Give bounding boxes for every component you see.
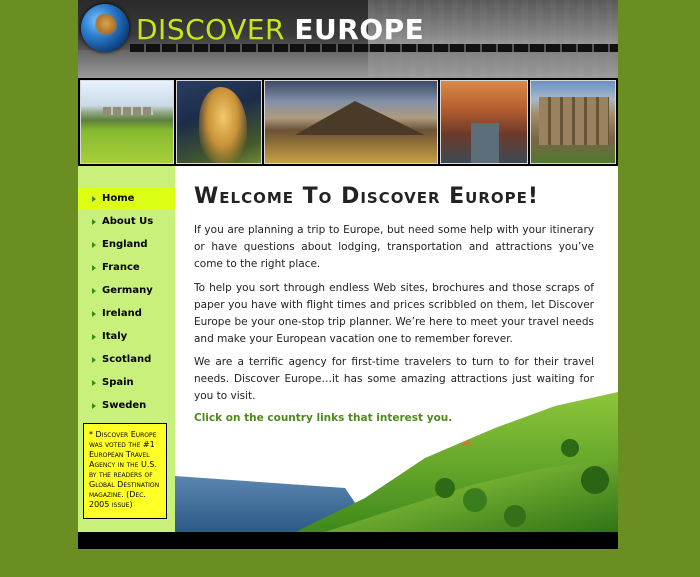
sidebar-item-label: Italy (102, 331, 128, 342)
logo-word-europe: Europe (294, 13, 425, 46)
sidebar-item-home[interactable]: Home (78, 188, 175, 210)
sidebar-item-scotland[interactable]: Scotland (78, 349, 175, 371)
intro-paragraph: We are a terrific agency for first-time … (194, 356, 594, 402)
sidebar-item-england[interactable]: England (78, 234, 175, 256)
nav-arrow-icon (92, 265, 96, 271)
sidebar-item-spain[interactable]: Spain (78, 372, 175, 394)
sidebar-item-about-us[interactable]: About Us (78, 211, 175, 233)
sidebar-item-ireland[interactable]: Ireland (78, 303, 175, 325)
nav-arrow-icon (92, 288, 96, 294)
sidebar-item-label: Spain (102, 377, 134, 388)
site-logo[interactable]: Discover Europe (136, 13, 424, 46)
sidebar-item-label: Home (102, 193, 135, 204)
nav-arrow-icon (92, 357, 96, 363)
photo-highland-mountains (264, 80, 438, 164)
site-footer (78, 532, 618, 549)
nav-arrow-icon (92, 311, 96, 317)
sidebar-item-sweden[interactable]: Sweden (78, 395, 175, 417)
nav-arrow-icon (92, 334, 96, 340)
page-title: Welcome To Discover Europe! (194, 184, 539, 209)
logo-word-discover: Discover (136, 13, 285, 46)
site-header: Discover Europe (78, 0, 618, 78)
sidebar-item-label: England (102, 239, 148, 250)
sidebar-item-label: Germany (102, 285, 153, 296)
sidebar-nav: Home About Us England France Germany Ire… (78, 166, 175, 532)
sidebar-item-label: About Us (102, 216, 154, 227)
country-links-prompt: Click on the country links that interest… (194, 412, 453, 424)
nav-arrow-icon (92, 380, 96, 386)
sidebar-item-label: France (102, 262, 140, 273)
header-filmstrip-decoration (130, 44, 618, 52)
nav-arrow-icon (92, 403, 96, 409)
sidebar-item-label: Scotland (102, 354, 152, 365)
photo-venice-canal (440, 80, 528, 164)
award-notice: * Discover Europe was voted the #1 Europ… (83, 423, 167, 519)
photo-castle-ruins (530, 80, 616, 164)
photo-countryside-bridge (80, 80, 174, 164)
intro-paragraph: If you are planning a trip to Europe, bu… (194, 224, 594, 270)
sidebar-item-france[interactable]: France (78, 257, 175, 279)
sidebar-item-label: Ireland (102, 308, 142, 319)
globe-logo-icon (81, 4, 129, 52)
intro-paragraph: To help you sort through endless Web sit… (194, 282, 594, 345)
photo-golden-statue (176, 80, 262, 164)
sidebar-item-germany[interactable]: Germany (78, 280, 175, 302)
nav-arrow-icon (92, 196, 96, 202)
sidebar-item-label: Sweden (102, 400, 147, 411)
landscape-image (175, 392, 618, 532)
sidebar-item-italy[interactable]: Italy (78, 326, 175, 348)
photo-strip (78, 78, 618, 166)
nav-arrow-icon (92, 219, 96, 225)
main-content: Welcome To Discover Europe! If you are p… (175, 166, 618, 532)
page: Discover Europe Home About Us England Fr… (78, 0, 618, 549)
nav-arrow-icon (92, 242, 96, 248)
header-water-image (78, 50, 618, 78)
